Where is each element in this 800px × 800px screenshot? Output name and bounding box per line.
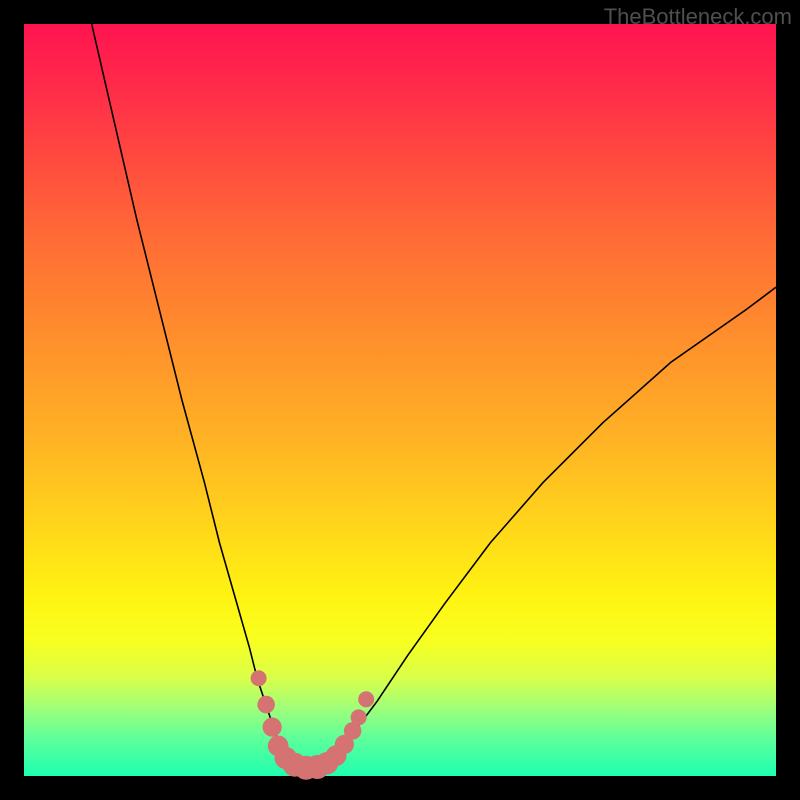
bottleneck-curve <box>92 24 776 768</box>
marker-dot <box>351 709 367 725</box>
frame-border: TheBottleneck.com <box>0 0 800 800</box>
marker-dot <box>251 670 267 686</box>
watermark-text: TheBottleneck.com <box>604 4 792 30</box>
marker-dot <box>257 696 275 714</box>
marker-dot <box>263 718 282 737</box>
marker-dot <box>358 691 374 707</box>
marker-group <box>251 670 375 779</box>
plot-vector-layer <box>0 0 800 800</box>
